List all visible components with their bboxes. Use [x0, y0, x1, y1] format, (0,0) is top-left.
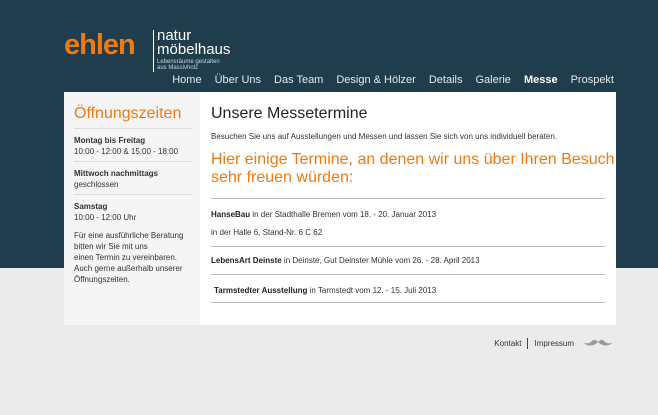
hours-wednesday: Mittwoch nachmittags geschlossen: [74, 168, 198, 190]
hours-text: geschlossen: [74, 180, 119, 189]
hours-text: 10:00 - 12:00 & 15:00 - 18:00: [74, 147, 179, 156]
footer: Kontakt Impressum: [494, 337, 614, 349]
logo-moebelhaus: möbelhaus: [157, 41, 231, 58]
sidebar-divider: [74, 194, 192, 195]
headline-line: sehr freuen würden:: [211, 169, 354, 186]
event-detail: in der Stadthalle Bremen vom 18. - 20. J…: [250, 210, 437, 219]
event-divider: [211, 198, 605, 199]
nav-item-design-hoelzer[interactable]: Design & Hölzer: [336, 74, 415, 86]
hours-heading: Mittwoch nachmittags: [74, 169, 159, 178]
nav-item-details[interactable]: Details: [429, 74, 463, 86]
event-name: Tarmstedter Ausstellung: [214, 286, 308, 295]
main-nav: Home Über Uns Das Team Design & Hölzer D…: [159, 74, 614, 86]
logo-brand: ehlen: [64, 29, 136, 61]
headline-line: Hier einige Termine, an denen wir uns üb…: [211, 151, 615, 168]
event-divider: [211, 274, 605, 275]
event-item: HanseBau in der Stadthalle Bremen vom 18…: [211, 209, 436, 220]
event-detail: in Tarmstedt vom 12. - 15. Juli 2013: [307, 286, 437, 295]
appointment-note: Für eine ausführliche Beratung bitten wi…: [74, 230, 198, 285]
opening-hours-sidebar: Öffnungszeiten Montag bis Freitag 10:00 …: [64, 92, 200, 325]
note-line: Öffnungszeiten.: [74, 275, 130, 284]
note-line: bitten wir Sie mit uns: [74, 242, 148, 251]
nav-item-galerie[interactable]: Galerie: [475, 74, 510, 86]
main-content: Unsere Messetermine Besuchen Sie uns auf…: [211, 92, 615, 325]
note-line: Auch gerne außerhalb unserer: [74, 264, 183, 273]
event-divider: [211, 302, 605, 303]
intro-text: Besuchen Sie uns auf Ausstellungen und M…: [211, 132, 558, 141]
nav-item-das-team[interactable]: Das Team: [274, 74, 323, 86]
hours-heading: Samstag: [74, 202, 108, 211]
event-name: HanseBau: [211, 210, 251, 219]
content-panel: Öffnungszeiten Montag bis Freitag 10:00 …: [64, 92, 616, 325]
event-divider: [211, 246, 605, 247]
footer-link-impressum[interactable]: Impressum: [534, 338, 574, 349]
event-detail: in Deinste, Gut Deinster Mühle vom 26. -…: [281, 256, 480, 265]
event-extra: in der Halle 6, Stand-Nr. 6 C 62: [211, 228, 323, 237]
note-line: Für eine ausführliche Beratung: [74, 231, 184, 240]
logo-tagline-2: aus Massivholz: [157, 65, 199, 71]
footer-link-kontakt[interactable]: Kontakt: [494, 338, 521, 349]
nav-item-messe[interactable]: Messe: [524, 74, 558, 86]
sidebar-title: Öffnungszeiten: [74, 105, 182, 122]
hours-saturday: Samstag 10:00 - 12:00 Uhr: [74, 201, 198, 223]
page-title: Unsere Messetermine: [211, 105, 368, 122]
event-item: Tarmstedter Ausstellung in Tarmstedt vom…: [214, 285, 436, 296]
logo-divider: [153, 30, 154, 72]
nav-item-home[interactable]: Home: [172, 74, 201, 86]
note-line: einen Termin zu vereinbaren.: [74, 253, 178, 262]
event-item: LebensArt Deinste in Deinste, Gut Deinst…: [211, 255, 480, 266]
nav-item-ueber-uns[interactable]: Über Uns: [215, 74, 261, 86]
nav-item-prospekt[interactable]: Prospekt: [571, 74, 614, 86]
hours-text: 10:00 - 12:00 Uhr: [74, 213, 137, 222]
headline: Hier einige Termine, an denen wir uns üb…: [211, 151, 615, 187]
hours-heading: Montag bis Freitag: [74, 136, 146, 145]
hours-weekdays: Montag bis Freitag 10:00 - 12:00 & 15:00…: [74, 135, 198, 157]
sidebar-divider: [74, 161, 192, 162]
event-name: LebensArt Deinste: [211, 256, 282, 265]
mustache-icon[interactable]: [582, 337, 614, 349]
footer-divider: [527, 337, 529, 349]
sidebar-divider: [74, 128, 192, 129]
